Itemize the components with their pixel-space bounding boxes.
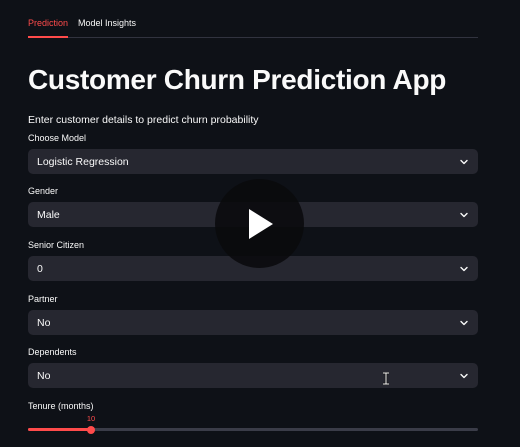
tenure-slider-fill bbox=[28, 428, 91, 431]
dependents-select-value: No bbox=[37, 369, 51, 382]
play-button[interactable] bbox=[215, 179, 304, 268]
tenure-value-label: 10 bbox=[86, 414, 96, 423]
partner-select[interactable]: No bbox=[28, 310, 478, 335]
chevron-down-icon bbox=[459, 318, 469, 328]
chevron-down-icon bbox=[459, 157, 469, 167]
play-icon bbox=[248, 208, 273, 239]
model-field: Choose Model bbox=[28, 133, 478, 145]
gender-select-value: Male bbox=[37, 208, 60, 221]
tenure-slider[interactable] bbox=[28, 425, 478, 434]
tab-bar: Prediction Model Insights bbox=[28, 0, 478, 38]
chevron-down-icon bbox=[459, 210, 469, 220]
page-subtitle: Enter customer details to predict churn … bbox=[28, 114, 259, 126]
model-select[interactable]: Logistic Regression bbox=[28, 149, 478, 174]
tenure-slider-thumb[interactable] bbox=[87, 425, 95, 434]
main-content: Prediction Model Insights Customer Churn… bbox=[28, 0, 478, 434]
chevron-down-icon bbox=[459, 371, 469, 381]
partner-field: Partner bbox=[28, 294, 478, 306]
model-label: Choose Model bbox=[28, 133, 87, 143]
dependents-label: Dependents bbox=[28, 347, 77, 357]
partner-label: Partner bbox=[28, 294, 58, 304]
page-title: Customer Churn Prediction App bbox=[28, 64, 447, 95]
dependents-select[interactable]: No bbox=[28, 363, 478, 388]
chevron-down-icon bbox=[459, 264, 469, 274]
partner-select-value: No bbox=[37, 316, 51, 329]
tab-model-insights[interactable]: Model Insights bbox=[78, 18, 136, 37]
text-cursor-icon bbox=[382, 371, 390, 386]
model-select-value: Logistic Regression bbox=[37, 155, 129, 168]
tenure-label: Tenure (months) bbox=[28, 401, 94, 411]
tenure-field: Tenure (months) bbox=[28, 401, 478, 413]
senior-citizen-select-value: 0 bbox=[37, 262, 43, 275]
tab-prediction[interactable]: Prediction bbox=[28, 18, 69, 38]
app-page: Prediction Model Insights Customer Churn… bbox=[0, 0, 520, 447]
dependents-field: Dependents bbox=[28, 347, 478, 359]
